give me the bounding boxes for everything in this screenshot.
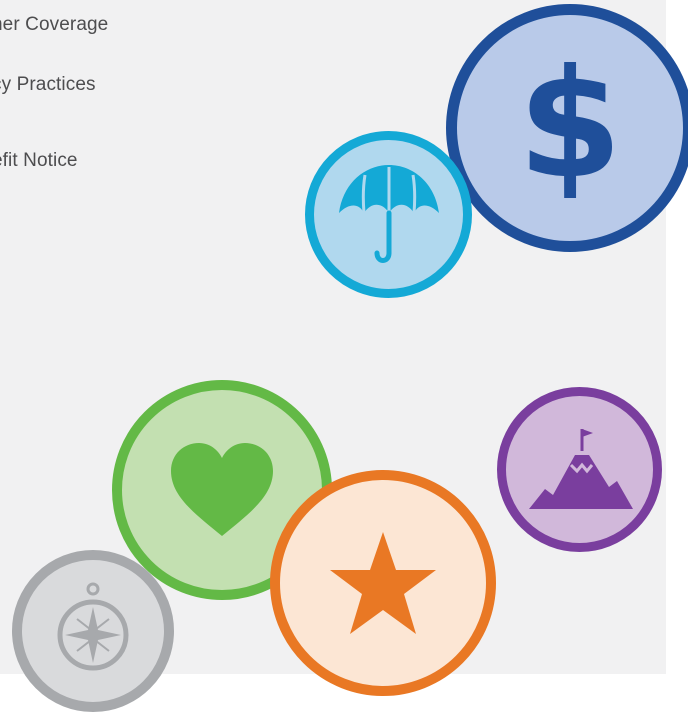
mountain-circle[interactable] [497,387,662,552]
umbrella-icon [338,164,439,263]
compass-icon [57,582,129,671]
star-icon [330,532,436,634]
heart-icon [171,443,273,536]
link-other-coverage[interactable]: ner Coverage [0,14,108,36]
mountain-icon [528,428,633,509]
link-benefit-notice[interactable]: efit Notice [0,150,78,172]
umbrella-circle[interactable] [305,131,472,298]
dollar-circle[interactable]: $ [446,4,688,252]
dollar-icon: $ [517,38,623,212]
star-circle[interactable] [270,470,496,696]
compass-circle[interactable] [12,550,174,712]
link-privacy-practices[interactable]: cy Practices [0,74,96,96]
